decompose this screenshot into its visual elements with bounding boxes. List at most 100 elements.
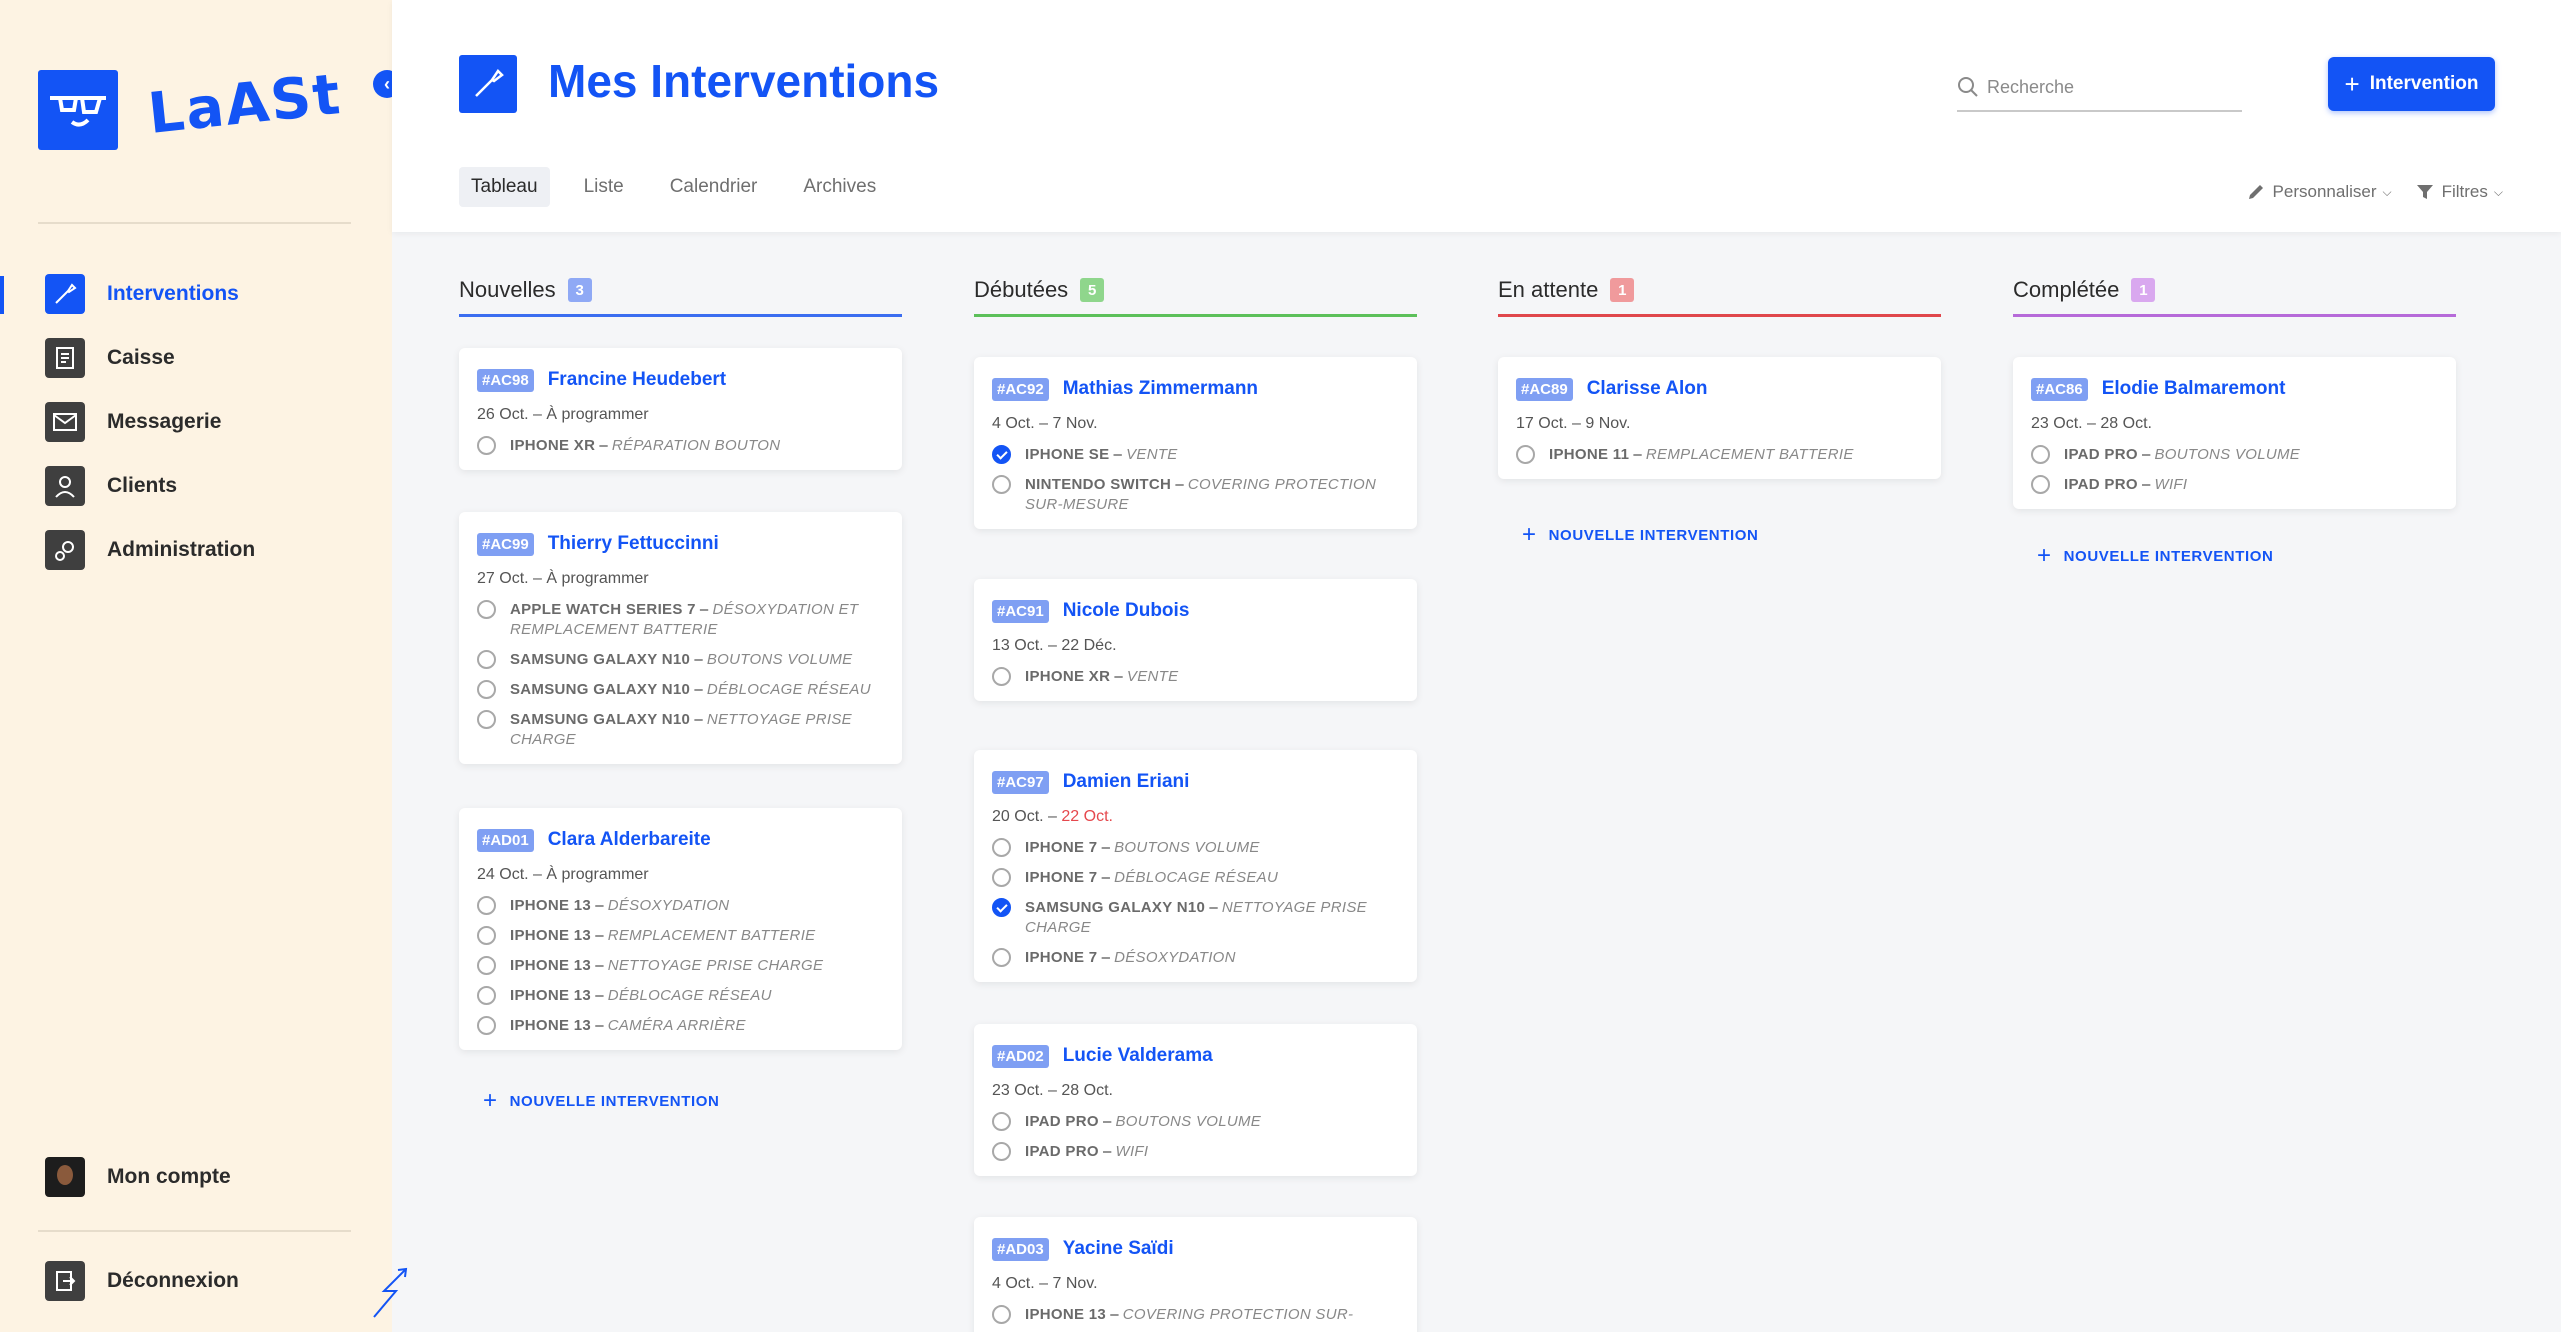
client-name-link[interactable]: Mathias Zimmermann — [1063, 378, 1258, 400]
task-checkbox[interactable] — [477, 436, 496, 455]
add-intervention-link[interactable]: + NOUVELLE INTERVENTION — [1522, 521, 1758, 549]
intervention-card[interactable]: #AD03 Yacine Saïdi 4 Oct. – 7 Nov. iPhone 1… — [974, 1217, 1417, 1332]
task-checkbox[interactable] — [477, 896, 496, 915]
task-item: Samsung Galaxy N10 – Nettoyage prise cha… — [477, 710, 884, 750]
card-header: #AC92 Mathias Zimmermann — [992, 375, 1399, 403]
tab-calendrier[interactable]: Calendrier — [658, 167, 770, 207]
intervention-card[interactable]: #AD02 Lucie Valderama 23 Oct. – 28 Oct. iPa… — [974, 1024, 1417, 1176]
task-checkbox[interactable] — [992, 1142, 1011, 1161]
client-name-link[interactable]: Clara Alderbareite — [548, 829, 711, 851]
add-intervention-link[interactable]: + NOUVELLE INTERVENTION — [483, 1087, 719, 1115]
tab-liste[interactable]: Liste — [572, 167, 636, 207]
customize-button[interactable]: Personnaliser ⌵ — [2247, 182, 2392, 202]
intervention-ref-badge: #AC91 — [992, 599, 1049, 623]
task-checkbox[interactable] — [992, 838, 1011, 857]
task-checkbox[interactable] — [477, 926, 496, 945]
client-name-link[interactable]: Thierry Fettuccinni — [548, 533, 719, 555]
task-checkbox[interactable] — [992, 1112, 1011, 1131]
tab-archives[interactable]: Archives — [791, 167, 888, 207]
sidebar: LaASt ‹ Interventions Caisse Messagerie — [0, 0, 408, 1332]
task-checkbox[interactable] — [477, 956, 496, 975]
column-underline — [459, 314, 902, 317]
sidebar-item-label: Caisse — [107, 346, 175, 369]
sidebar-item-administration[interactable]: Administration — [0, 518, 392, 582]
task-item: iPhone SE – Vente — [992, 445, 1399, 465]
task-checkbox[interactable] — [477, 600, 496, 619]
count-badge: 3 — [567, 278, 592, 302]
intervention-card[interactable]: #AC92 Mathias Zimmermann 4 Oct. – 7 Nov. iP… — [974, 357, 1417, 529]
search-bar[interactable] — [1957, 64, 2242, 112]
task-item: Samsung Galaxy N10 – Boutons volume — [477, 650, 884, 670]
client-name-link[interactable]: Clarisse Alon — [1587, 378, 1708, 400]
chevron-down-icon: ⌵ — [2382, 184, 2392, 199]
add-intervention-link[interactable]: + NOUVELLE INTERVENTION — [2037, 542, 2273, 570]
account-link[interactable]: Mon compte — [45, 1157, 231, 1197]
task-action: Boutons volume — [1115, 1113, 1262, 1130]
client-name-link[interactable]: Nicole Dubois — [1063, 600, 1190, 622]
logo-mark[interactable] — [38, 70, 118, 150]
task-checkbox[interactable] — [992, 948, 1011, 967]
date-start: 4 Oct. – — [992, 415, 1053, 432]
pencil-icon — [2248, 185, 2263, 199]
task-checkbox[interactable] — [992, 868, 1011, 887]
task-item: iPad Pro – Boutons volume — [2031, 445, 2438, 465]
sidebar-item-clients[interactable]: Clients — [0, 454, 392, 518]
intervention-card[interactable]: #AC91 Nicole Dubois 13 Oct. – 22 Déc. iPhon… — [974, 579, 1417, 701]
task-label: Samsung Galaxy N10 – Nettoyage prise cha… — [1025, 898, 1399, 938]
user-icon — [45, 466, 85, 506]
task-separator: – — [690, 711, 707, 728]
task-checkbox[interactable] — [2031, 445, 2050, 464]
intervention-card[interactable]: #AC98 Francine Heudebert 26 Oct. – À progr… — [459, 348, 902, 470]
client-name-link[interactable]: Yacine Saïdi — [1063, 1238, 1174, 1260]
task-device: iPhone XR — [510, 437, 596, 454]
tab-tableau[interactable]: Tableau — [459, 167, 550, 207]
column-title: En attente — [1498, 277, 1599, 302]
client-name-link[interactable]: Lucie Valderama — [1063, 1045, 1213, 1067]
task-checkbox[interactable] — [992, 898, 1011, 917]
client-name-link[interactable]: Elodie Balmaremont — [2102, 378, 2286, 400]
card-header: #AC98 Francine Heudebert — [477, 366, 884, 394]
task-checkbox[interactable] — [477, 710, 496, 729]
cash-register-icon — [45, 338, 85, 378]
logout-button[interactable]: Déconnexion — [45, 1261, 239, 1301]
task-device: iPad Pro — [1025, 1143, 1099, 1160]
filters-button[interactable]: Filtres ⌵ — [2416, 182, 2503, 202]
sidebar-item-caisse[interactable]: Caisse — [0, 326, 392, 390]
sidebar-item-messagerie[interactable]: Messagerie — [0, 390, 392, 454]
intervention-card[interactable]: #AC99 Thierry Fettuccinni 27 Oct. – À prog… — [459, 512, 902, 764]
intervention-card[interactable]: #AD01 Clara Alderbareite 24 Oct. – À progr… — [459, 808, 902, 1050]
date-end: À programmer — [546, 570, 649, 587]
task-device: iPhone 13 — [510, 957, 592, 974]
task-action: Wifi — [2154, 476, 2188, 493]
intervention-card[interactable]: #AC89 Clarisse Alon 17 Oct. – 9 Nov. iPhone… — [1498, 357, 1941, 479]
column-underline — [2013, 314, 2456, 317]
client-name-link[interactable]: Damien Eriani — [1063, 771, 1190, 793]
intervention-card[interactable]: #AC97 Damien Eriani 20 Oct. – 22 Oct. iPhon… — [974, 750, 1417, 982]
sidebar-item-interventions[interactable]: Interventions — [0, 262, 392, 326]
task-checkbox[interactable] — [1516, 445, 1535, 464]
task-checkbox[interactable] — [2031, 475, 2050, 494]
plus-icon: + — [483, 1087, 498, 1114]
task-device: Samsung Galaxy N10 — [510, 711, 691, 728]
client-name-link[interactable]: Francine Heudebert — [548, 369, 726, 391]
date-end: 28 Oct. — [2100, 415, 2152, 432]
customize-label: Personnaliser — [2272, 182, 2377, 201]
task-checkbox[interactable] — [992, 1305, 1011, 1324]
task-checkbox[interactable] — [992, 667, 1011, 686]
task-checkbox[interactable] — [477, 680, 496, 699]
column-header: Complétée 1 — [2013, 270, 2156, 310]
date-end: 7 Nov. — [1052, 1275, 1098, 1292]
new-intervention-button[interactable]: + Intervention — [2328, 57, 2495, 111]
task-item: iPad Pro – Boutons volume — [992, 1112, 1399, 1132]
task-checkbox[interactable] — [477, 986, 496, 1005]
task-checkbox[interactable] — [477, 1016, 496, 1035]
task-label: iPhone SE – Vente — [1025, 445, 1178, 465]
intervention-card[interactable]: #AC86 Elodie Balmaremont 23 Oct. – 28 Oct.… — [2013, 357, 2456, 509]
search-input[interactable] — [1987, 76, 2227, 98]
task-item: iPhone XR – Réparation bouton — [477, 436, 884, 456]
task-checkbox[interactable] — [477, 650, 496, 669]
task-separator: – — [1109, 446, 1127, 463]
task-checkbox[interactable] — [992, 475, 1011, 494]
task-checkbox[interactable] — [992, 445, 1011, 464]
task-label: iPhone 13 – Déblocage réseau — [510, 986, 772, 1006]
